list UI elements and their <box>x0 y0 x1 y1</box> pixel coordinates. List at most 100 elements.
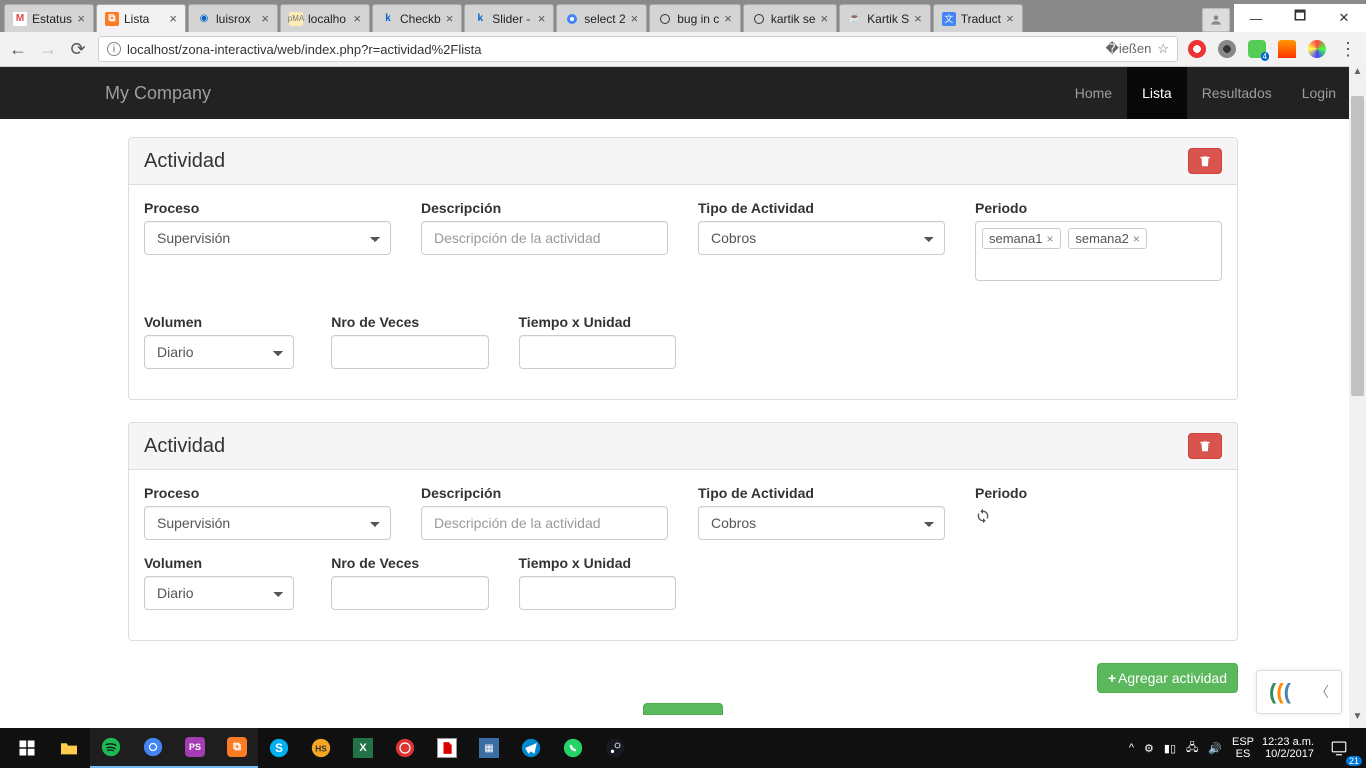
info-icon[interactable]: i <box>107 42 121 56</box>
extension-icon[interactable]: 4 <box>1248 40 1266 58</box>
clock[interactable]: 12:23 a.m. 10/2/2017 <box>1258 736 1318 760</box>
tray-chevron-icon[interactable]: ^ <box>1129 742 1134 754</box>
close-icon[interactable]: × <box>821 11 829 26</box>
taskbar-excel[interactable]: X <box>342 728 384 768</box>
close-icon[interactable]: × <box>353 11 361 26</box>
close-icon[interactable]: × <box>538 11 546 26</box>
browser-tab[interactable]: ⧉Lista× <box>96 4 186 32</box>
close-icon[interactable]: × <box>631 11 639 26</box>
delete-button[interactable] <box>1188 433 1222 459</box>
taskbar-adobe-reader[interactable] <box>426 728 468 768</box>
forward-button[interactable]: → <box>38 39 58 59</box>
delete-button[interactable] <box>1188 148 1222 174</box>
periodo-label: Periodo <box>975 200 1222 216</box>
browser-tab[interactable]: select 2× <box>556 4 647 32</box>
periodo-tagbox[interactable]: semana1× semana2× <box>975 221 1222 281</box>
browser-tab[interactable]: ◉luisrox× <box>188 4 278 32</box>
svg-text:S: S <box>275 742 283 755</box>
translate-icon[interactable]: �ießen <box>1105 41 1151 57</box>
tray-icon[interactable]: ⚙ <box>1144 742 1154 755</box>
periodo-tag[interactable]: semana2× <box>1068 228 1147 249</box>
close-icon[interactable]: × <box>77 11 85 26</box>
language-indicator[interactable]: ESP ES <box>1228 736 1258 760</box>
volumen-select[interactable]: Diario <box>144 576 294 610</box>
close-icon[interactable]: × <box>261 11 269 26</box>
browser-tab[interactable]: pMAlocalho× <box>280 4 370 32</box>
periodo-tag[interactable]: semana1× <box>982 228 1061 249</box>
tiempo-input[interactable] <box>519 335 676 369</box>
panel-title: Actividad <box>144 150 225 173</box>
extension-icon[interactable] <box>1218 40 1236 58</box>
start-button[interactable] <box>6 728 48 768</box>
close-icon[interactable]: × <box>1006 11 1014 26</box>
brand[interactable]: My Company <box>90 83 226 104</box>
browser-tab[interactable]: 文Traduct× <box>933 4 1023 32</box>
reload-button[interactable]: ⟳ <box>68 39 88 59</box>
action-center-icon[interactable] <box>1318 728 1360 768</box>
browser-tab[interactable]: ☕Kartik S× <box>839 4 931 32</box>
volumen-label: Volumen <box>144 314 301 330</box>
nav-home[interactable]: Home <box>1060 67 1127 119</box>
back-button[interactable]: ← <box>8 39 28 59</box>
tray-network-icon[interactable]: 🖧 <box>1186 739 1198 758</box>
tipo-select[interactable]: Cobros <box>698 221 945 255</box>
maximize-button[interactable]: 🗖 <box>1278 4 1322 32</box>
actividad-panel: Actividad Proceso Supervisión Descripció… <box>128 422 1238 641</box>
profile-icon[interactable] <box>1202 8 1230 32</box>
tab-title: Slider - <box>492 12 532 26</box>
nav-lista[interactable]: Lista <box>1127 67 1187 119</box>
yii-debug-toolbar[interactable]: ((( 〈 <box>1256 670 1342 714</box>
close-icon[interactable]: × <box>446 11 454 26</box>
taskbar-skype[interactable]: S <box>258 728 300 768</box>
chevron-left-icon[interactable]: 〈 <box>1315 682 1329 702</box>
add-actividad-button[interactable]: +Agregar actividad <box>1097 663 1238 693</box>
descripcion-input[interactable] <box>421 221 668 255</box>
taskbar-telegram[interactable] <box>510 728 552 768</box>
partial-button[interactable] <box>643 703 723 715</box>
close-button[interactable]: ✕ <box>1322 4 1366 32</box>
taskbar-whatsapp[interactable] <box>552 728 594 768</box>
descripcion-input[interactable] <box>421 506 668 540</box>
nav-resultados[interactable]: Resultados <box>1187 67 1287 119</box>
minimize-button[interactable]: — <box>1234 4 1278 32</box>
tiempo-input[interactable] <box>519 576 676 610</box>
browser-tab[interactable]: kCheckb× <box>372 4 462 32</box>
tag-remove-icon[interactable]: × <box>1046 232 1053 246</box>
url-input[interactable]: i localhost/zona-interactiva/web/index.p… <box>98 36 1178 62</box>
browser-tab[interactable]: bug in c × <box>649 4 741 32</box>
menu-icon[interactable]: ⋮ <box>1338 39 1358 59</box>
browser-tab[interactable]: MEstatus× <box>4 4 94 32</box>
close-icon[interactable]: × <box>724 11 732 26</box>
browser-tab[interactable]: kSlider -× <box>464 4 554 32</box>
taskbar-app[interactable]: ▦ <box>468 728 510 768</box>
taskbar-app[interactable]: HS <box>300 728 342 768</box>
nro-input[interactable] <box>331 576 488 610</box>
extension-icons: 4 ⋮ <box>1188 39 1358 59</box>
tray-battery-icon[interactable]: ▮▯ <box>1164 742 1176 755</box>
extension-icon[interactable] <box>1188 40 1206 58</box>
tab-title: bug in c <box>677 12 719 26</box>
extension-icon[interactable] <box>1308 40 1326 58</box>
tipo-select[interactable]: Cobros <box>698 506 945 540</box>
close-icon[interactable]: × <box>914 11 922 26</box>
tray-volume-icon[interactable]: 🔊 <box>1208 742 1222 755</box>
taskbar-steam[interactable] <box>594 728 636 768</box>
taskbar-phpstorm[interactable]: PS <box>174 728 216 768</box>
vertical-scrollbar[interactable]: ▲▼ <box>1349 66 1366 728</box>
volumen-select[interactable]: Diario <box>144 335 294 369</box>
taskbar-spotify[interactable] <box>90 728 132 768</box>
taskbar-xampp[interactable]: ⧉ <box>216 728 258 768</box>
system-tray[interactable]: ^ ⚙ ▮▯ 🖧 🔊 <box>1123 739 1228 758</box>
star-icon[interactable]: ☆ <box>1157 41 1169 57</box>
browser-tab[interactable]: kartik se× <box>743 4 837 32</box>
proceso-select[interactable]: Supervisión <box>144 506 391 540</box>
close-icon[interactable]: × <box>169 11 177 26</box>
nav-login[interactable]: Login <box>1287 67 1351 119</box>
tag-remove-icon[interactable]: × <box>1133 232 1140 246</box>
taskbar-file-explorer[interactable] <box>48 728 90 768</box>
nro-input[interactable] <box>331 335 488 369</box>
taskbar-chrome[interactable] <box>132 728 174 768</box>
taskbar-app[interactable] <box>384 728 426 768</box>
extension-icon[interactable] <box>1278 40 1296 58</box>
proceso-select[interactable]: Supervisión <box>144 221 391 255</box>
